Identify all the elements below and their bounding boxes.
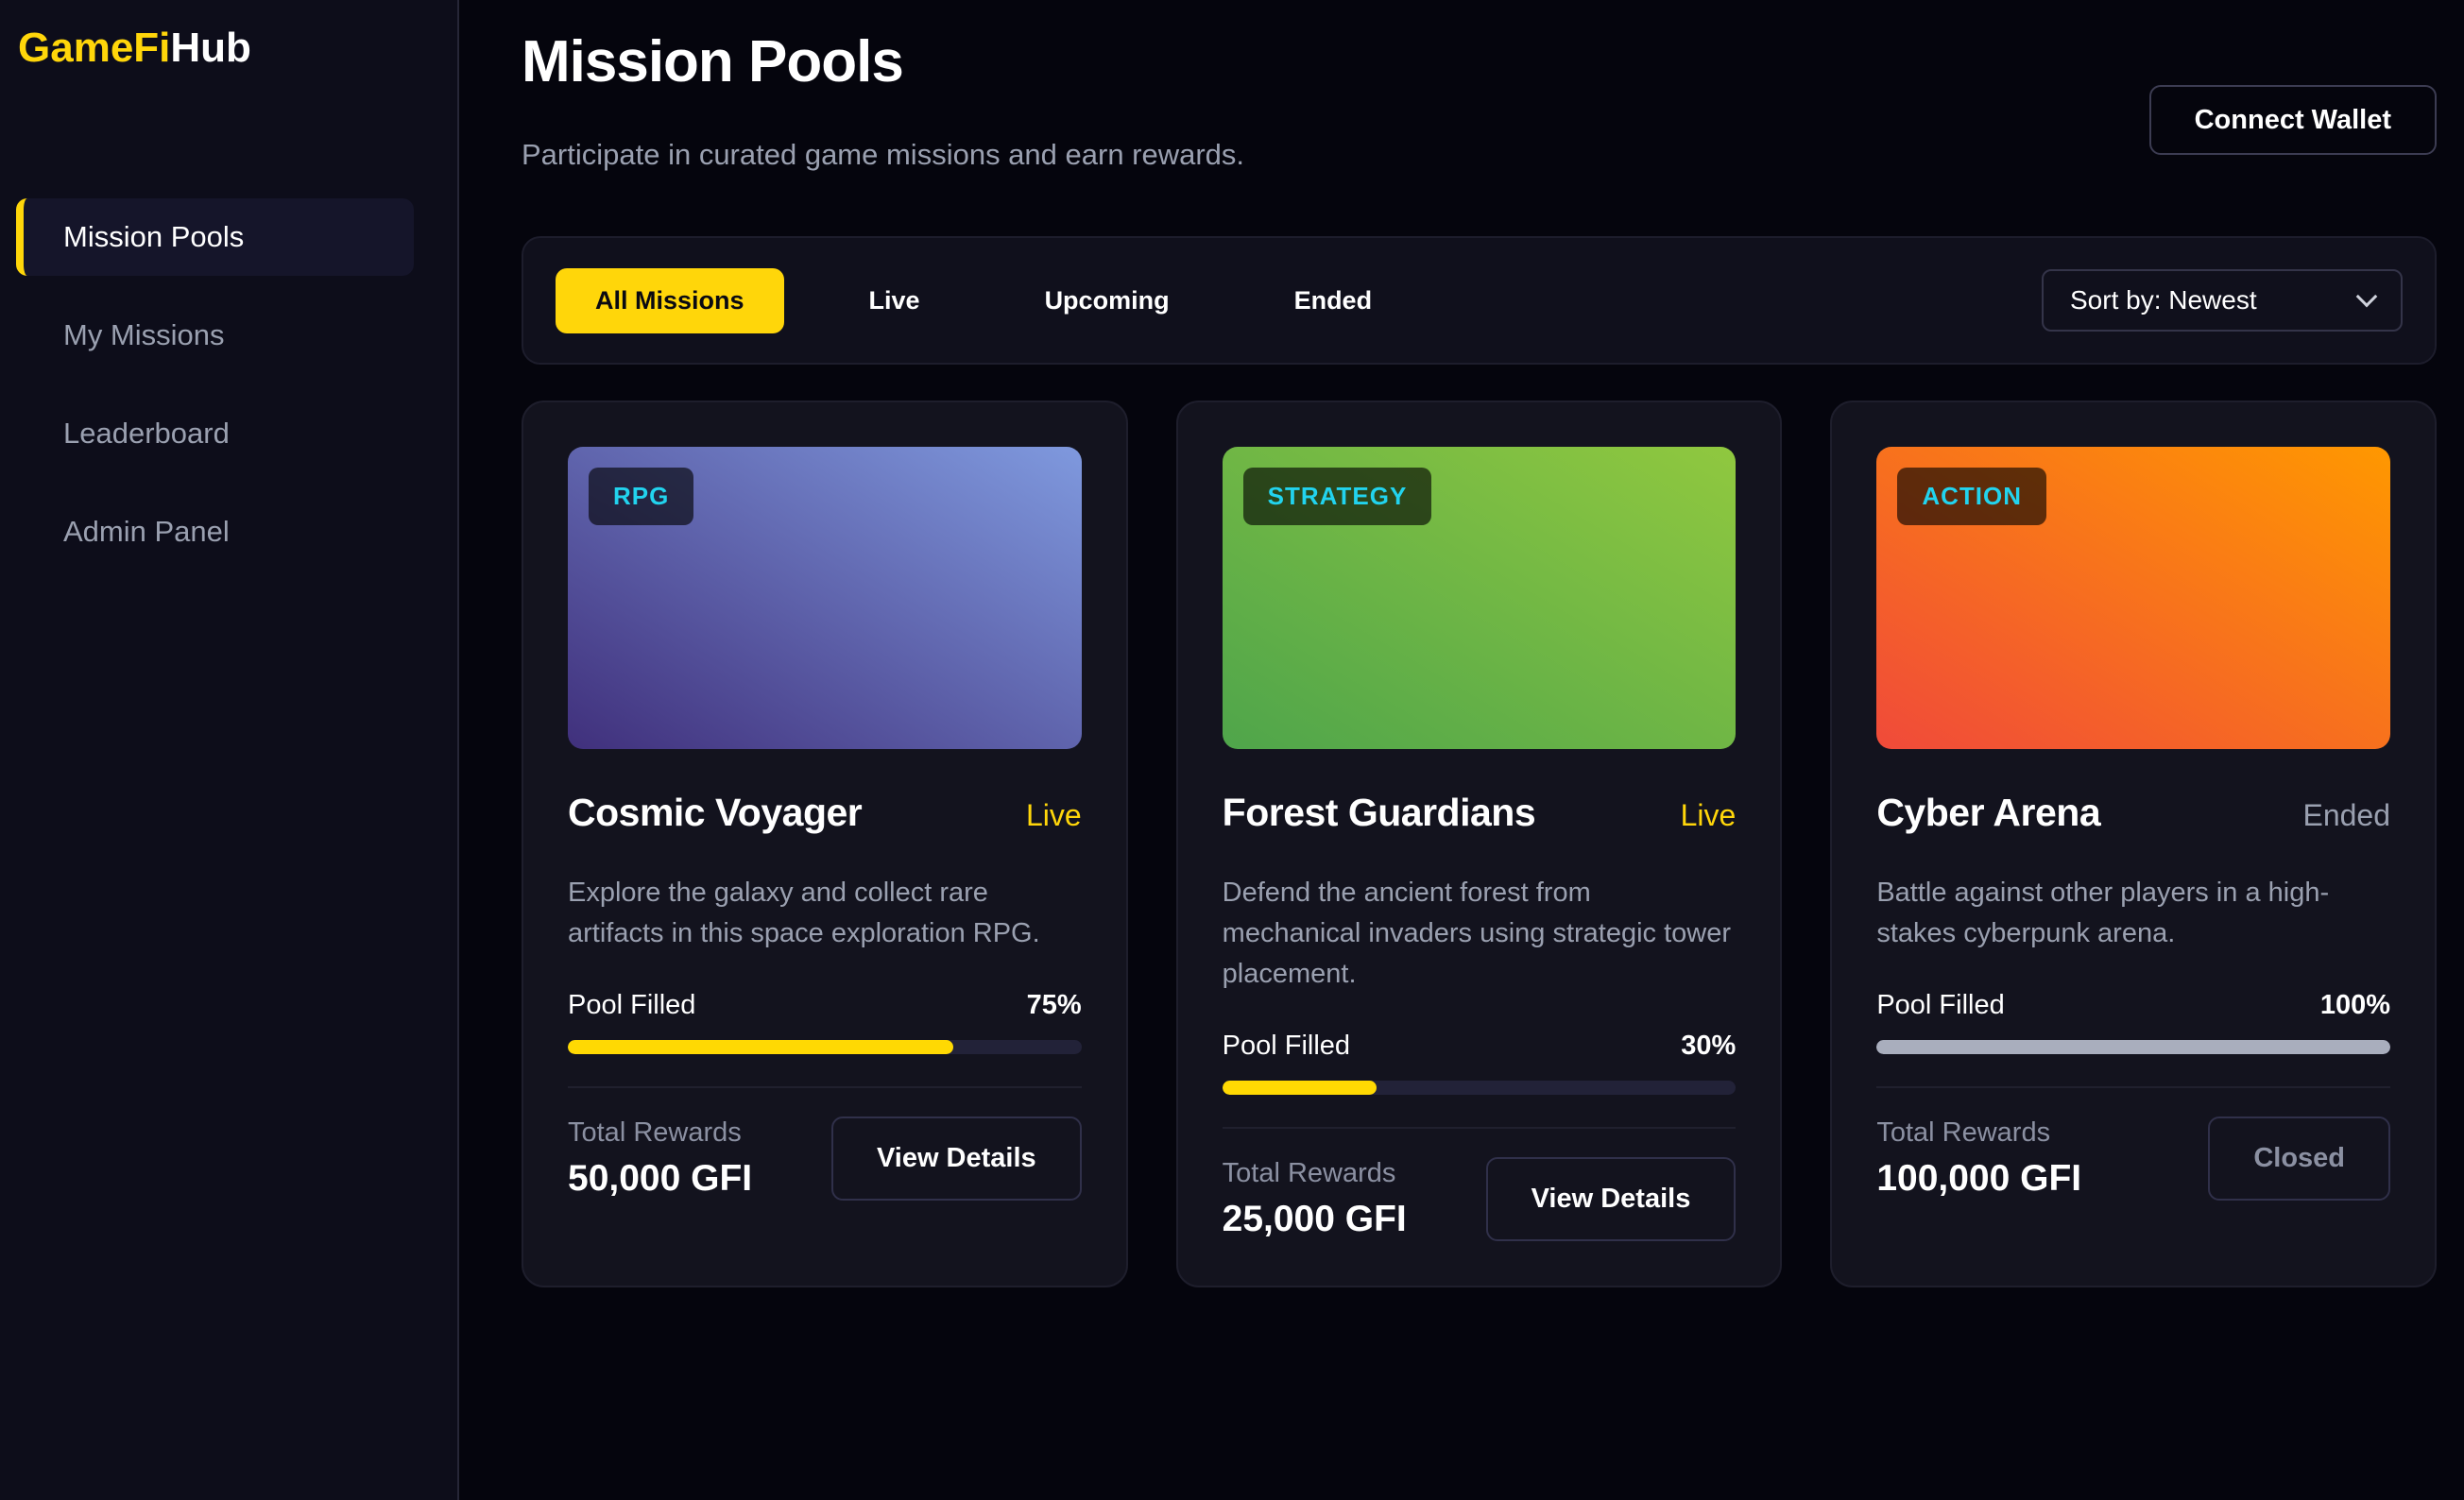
- category-badge: STRATEGY: [1243, 468, 1432, 525]
- progress-track: [1876, 1040, 2390, 1054]
- brand-logo-rest: Hub: [170, 25, 251, 71]
- card-title-row: Cosmic Voyager Live: [568, 791, 1082, 835]
- app-root: GameFiHub Mission Pools My Missions Lead…: [0, 0, 2464, 1500]
- card-divider: [1876, 1086, 2390, 1088]
- filter-tabs: All Missions Live Upcoming Ended: [556, 268, 1457, 333]
- pool-row: Pool Filled 75%: [568, 990, 1082, 1021]
- category-badge: ACTION: [1897, 468, 2046, 525]
- pool-filled-label: Pool Filled: [1876, 990, 2004, 1021]
- sidebar-item-mission-pools[interactable]: Mission Pools: [16, 198, 414, 276]
- filter-tab-ended[interactable]: Ended: [1255, 268, 1412, 333]
- card-title-row: Cyber Arena Ended: [1876, 791, 2390, 835]
- mission-description: Defend the ancient forest from mechanica…: [1223, 873, 1737, 995]
- page-header-text: Mission Pools Participate in curated gam…: [522, 30, 1244, 172]
- view-details-button[interactable]: View Details: [831, 1116, 1082, 1201]
- card-footer: Total Rewards 25,000 GFI View Details: [1223, 1157, 1737, 1241]
- mission-banner-image: STRATEGY: [1223, 447, 1737, 749]
- progress-fill: [568, 1040, 953, 1054]
- rewards-block: Total Rewards 100,000 GFI: [1876, 1117, 2081, 1200]
- sidebar-item-my-missions[interactable]: My Missions: [16, 297, 414, 374]
- sidebar-item-admin-panel[interactable]: Admin Panel: [16, 493, 414, 571]
- category-badge: RPG: [589, 468, 693, 525]
- brand-logo: GameFiHub: [16, 24, 414, 74]
- total-rewards-amount: 50,000 GFI: [568, 1158, 752, 1200]
- sidebar: GameFiHub Mission Pools My Missions Lead…: [0, 0, 459, 1500]
- total-rewards-label: Total Rewards: [568, 1117, 752, 1149]
- rewards-block: Total Rewards 25,000 GFI: [1223, 1158, 1407, 1240]
- chevron-down-icon: [2356, 286, 2378, 308]
- connect-wallet-button[interactable]: Connect Wallet: [2149, 85, 2437, 155]
- pool-filled-label: Pool Filled: [568, 990, 695, 1021]
- sidebar-nav: Mission Pools My Missions Leaderboard Ad…: [16, 198, 414, 571]
- mission-description: Battle against other players in a high-s…: [1876, 873, 2390, 954]
- progress-track: [1223, 1081, 1737, 1095]
- total-rewards-amount: 25,000 GFI: [1223, 1199, 1407, 1240]
- mission-card-cosmic-voyager: RPG Cosmic Voyager Live Explore the gala…: [522, 401, 1128, 1287]
- brand-logo-accent: GameFi: [18, 25, 170, 71]
- page-header: Mission Pools Participate in curated gam…: [522, 30, 2437, 172]
- mission-cards-grid: RPG Cosmic Voyager Live Explore the gala…: [522, 401, 2437, 1287]
- pool-filled-label: Pool Filled: [1223, 1031, 1350, 1062]
- pool-row: Pool Filled 30%: [1223, 1031, 1737, 1062]
- sidebar-item-label: My Missions: [63, 318, 225, 352]
- mission-card-forest-guardians: STRATEGY Forest Guardians Live Defend th…: [1176, 401, 1783, 1287]
- page-subtitle: Participate in curated game missions and…: [522, 138, 1244, 172]
- filter-tab-all-missions[interactable]: All Missions: [556, 268, 784, 333]
- page-title: Mission Pools: [522, 30, 1244, 94]
- mission-title: Cosmic Voyager: [568, 791, 862, 835]
- view-details-button[interactable]: View Details: [1486, 1157, 1737, 1241]
- card-footer: Total Rewards 100,000 GFI Closed: [1876, 1116, 2390, 1201]
- total-rewards-label: Total Rewards: [1223, 1158, 1407, 1189]
- sort-select[interactable]: Sort by: Newest: [2042, 269, 2403, 332]
- card-divider: [568, 1086, 1082, 1088]
- pool-filled-percent: 30%: [1681, 1031, 1736, 1062]
- mission-banner-image: RPG: [568, 447, 1082, 749]
- mission-description: Explore the galaxy and collect rare arti…: [568, 873, 1082, 954]
- card-title-row: Forest Guardians Live: [1223, 791, 1737, 835]
- sort-select-value: Sort by: Newest: [2070, 285, 2257, 315]
- mission-title: Forest Guardians: [1223, 791, 1535, 835]
- sidebar-item-leaderboard[interactable]: Leaderboard: [16, 395, 414, 472]
- closed-button[interactable]: Closed: [2208, 1116, 2390, 1201]
- progress-track: [568, 1040, 1082, 1054]
- mission-banner-image: ACTION: [1876, 447, 2390, 749]
- mission-title: Cyber Arena: [1876, 791, 2100, 835]
- pool-filled-percent: 75%: [1027, 990, 1082, 1021]
- progress-fill: [1223, 1081, 1377, 1095]
- card-divider: [1223, 1127, 1737, 1129]
- progress-fill: [1876, 1040, 2390, 1054]
- main-content: Mission Pools Participate in curated gam…: [459, 0, 2464, 1500]
- status-badge: Live: [1026, 798, 1082, 833]
- filter-bar: All Missions Live Upcoming Ended Sort by…: [522, 236, 2437, 365]
- sidebar-item-label: Mission Pools: [63, 220, 244, 254]
- pool-filled-percent: 100%: [2320, 990, 2390, 1021]
- filter-tab-live[interactable]: Live: [830, 268, 960, 333]
- filter-tab-upcoming[interactable]: Upcoming: [1005, 268, 1209, 333]
- sidebar-item-label: Leaderboard: [63, 417, 230, 451]
- mission-card-cyber-arena: ACTION Cyber Arena Ended Battle against …: [1830, 401, 2437, 1287]
- total-rewards-label: Total Rewards: [1876, 1117, 2081, 1149]
- card-footer: Total Rewards 50,000 GFI View Details: [568, 1116, 1082, 1201]
- rewards-block: Total Rewards 50,000 GFI: [568, 1117, 752, 1200]
- total-rewards-amount: 100,000 GFI: [1876, 1158, 2081, 1200]
- status-badge: Live: [1681, 798, 1737, 833]
- status-badge: Ended: [2302, 798, 2390, 833]
- pool-row: Pool Filled 100%: [1876, 990, 2390, 1021]
- sidebar-item-label: Admin Panel: [63, 515, 230, 549]
